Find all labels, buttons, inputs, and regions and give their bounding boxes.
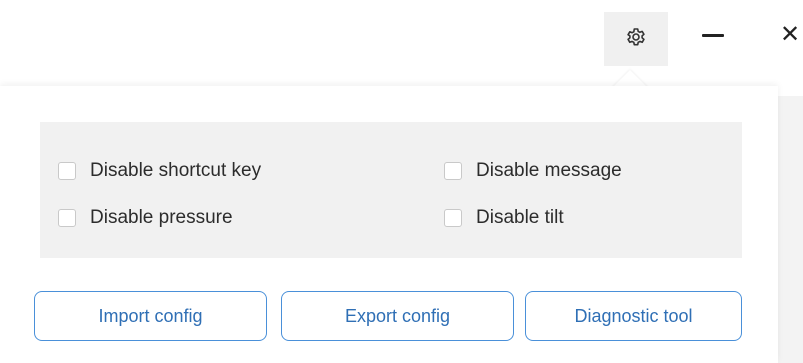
close-icon: ✕ (779, 21, 801, 48)
settings-button[interactable] (604, 12, 668, 66)
minimize-button[interactable] (690, 12, 736, 58)
options-panel (40, 122, 742, 258)
option-label: Disable pressure (90, 207, 233, 228)
diagnostic-tool-button[interactable]: Diagnostic tool (525, 291, 742, 341)
gear-icon (624, 25, 648, 54)
app-background (778, 96, 803, 363)
disable-message-checkbox[interactable] (444, 162, 462, 180)
disable-pressure-option[interactable]: Disable pressure (58, 207, 233, 229)
disable-message-option[interactable]: Disable message (444, 160, 622, 182)
disable-shortcut-key-checkbox[interactable] (58, 162, 76, 180)
disable-tilt-option[interactable]: Disable tilt (444, 207, 564, 229)
option-label: Disable message (476, 160, 622, 181)
minimize-icon (702, 33, 724, 37)
disable-shortcut-key-option[interactable]: Disable shortcut key (58, 160, 261, 182)
disable-pressure-checkbox[interactable] (58, 209, 76, 227)
export-config-button[interactable]: Export config (281, 291, 514, 341)
option-label: Disable shortcut key (90, 160, 262, 181)
option-label: Disable tilt (476, 207, 564, 228)
close-button[interactable]: ✕ (772, 12, 803, 58)
import-config-button[interactable]: Import config (34, 291, 267, 341)
disable-tilt-checkbox[interactable] (444, 209, 462, 227)
settings-window: ✕ Disable shortcut key Disable message D… (0, 0, 803, 363)
